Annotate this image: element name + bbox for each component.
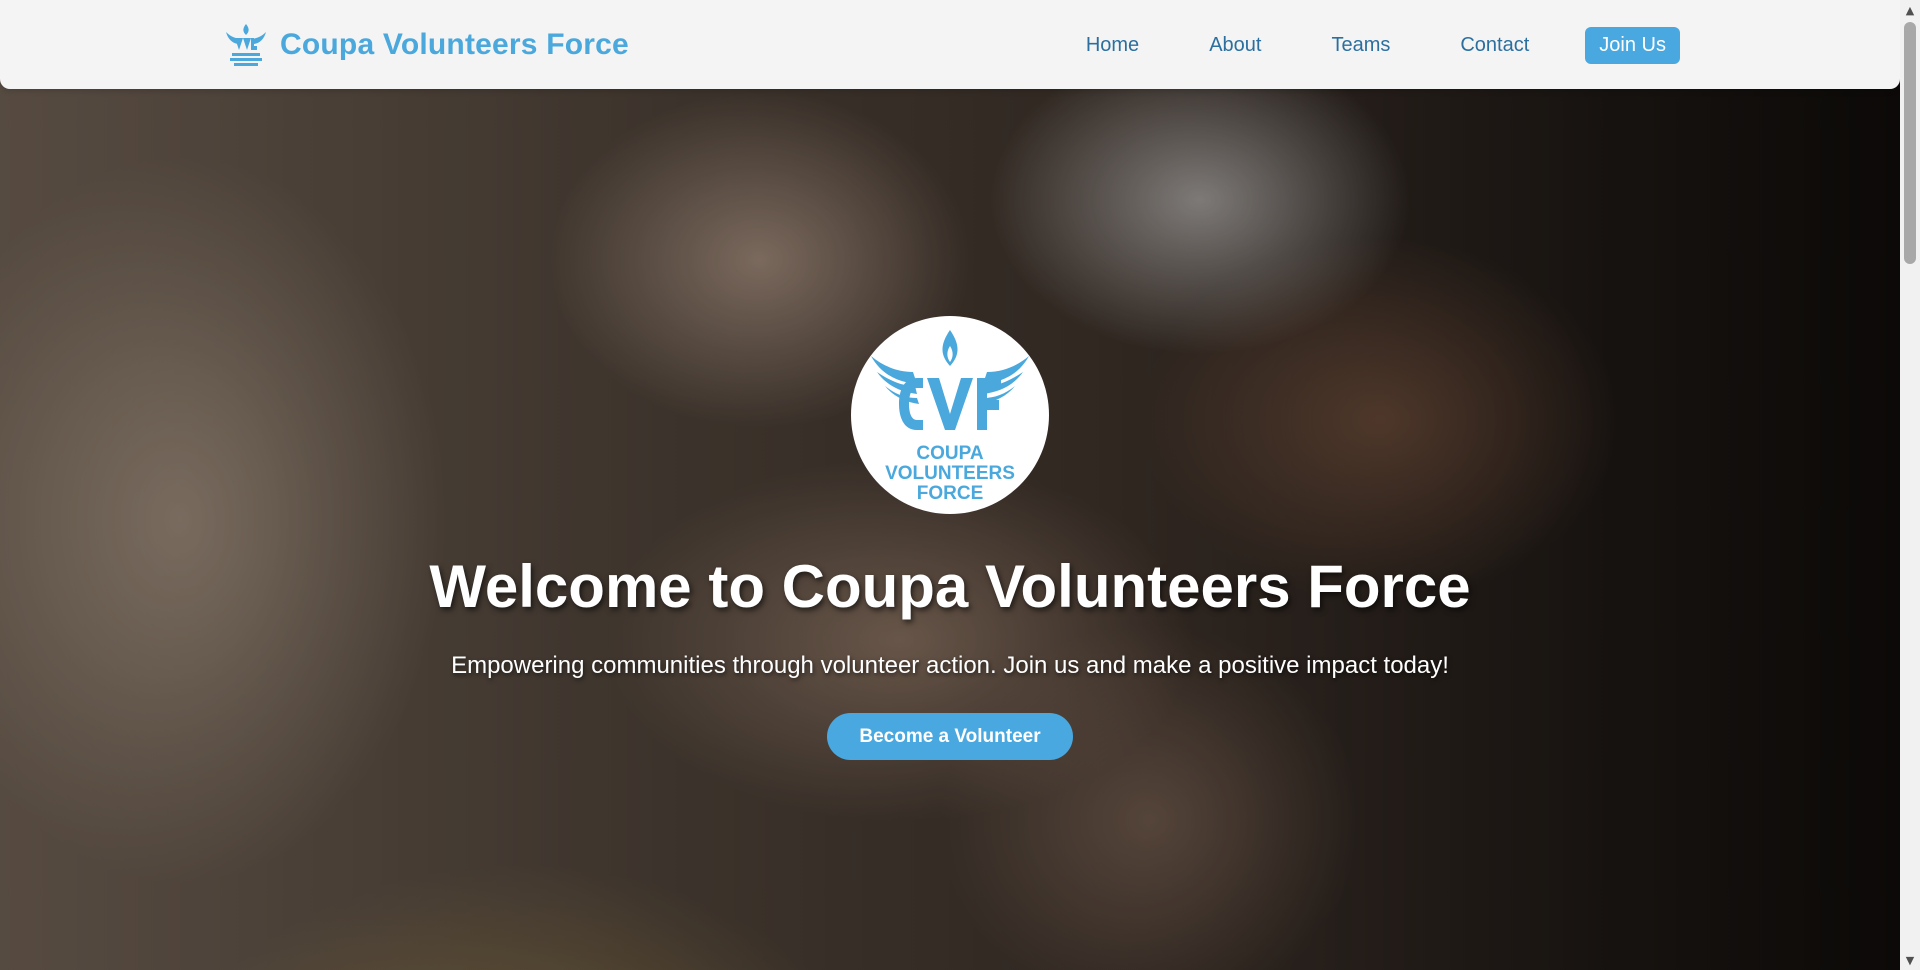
navbar: Coupa Volunteers Force Home About Teams … — [0, 0, 1900, 89]
scroll-down-arrow-icon[interactable]: ▼ — [1900, 950, 1920, 970]
logo-text-line1: COUPA — [916, 443, 983, 464]
nav-teams-link[interactable]: Teams — [1331, 34, 1390, 57]
brand-link[interactable]: Coupa Volunteers Force — [224, 22, 629, 68]
main-nav: Home About Teams Contact Join Us — [1086, 27, 1680, 64]
brand-name: Coupa Volunteers Force — [280, 28, 629, 61]
hero-cvf-logo: COUPA VOLUNTEERS FORCE — [851, 316, 1049, 514]
logo-text-line3: FORCE — [917, 483, 984, 504]
hero-title: Welcome to Coupa Volunteers Force — [429, 553, 1471, 620]
become-volunteer-button[interactable]: Become a Volunteer — [827, 713, 1073, 760]
cvf-logo-icon — [224, 22, 268, 68]
join-us-button[interactable]: Join Us — [1585, 27, 1680, 64]
nav-contact-link[interactable]: Contact — [1460, 34, 1529, 57]
scrollbar-thumb[interactable] — [1904, 22, 1916, 264]
nav-home-link[interactable]: Home — [1086, 34, 1139, 57]
scroll-up-arrow-icon[interactable]: ▲ — [1900, 0, 1920, 20]
logo-text-line2: VOLUNTEERS — [885, 463, 1015, 484]
nav-about-link[interactable]: About — [1209, 34, 1261, 57]
vertical-scrollbar[interactable]: ▲ ▼ — [1900, 0, 1920, 970]
page: Coupa Volunteers Force Home About Teams … — [0, 0, 1920, 970]
hero-subtitle: Empowering communities through volunteer… — [451, 652, 1449, 679]
